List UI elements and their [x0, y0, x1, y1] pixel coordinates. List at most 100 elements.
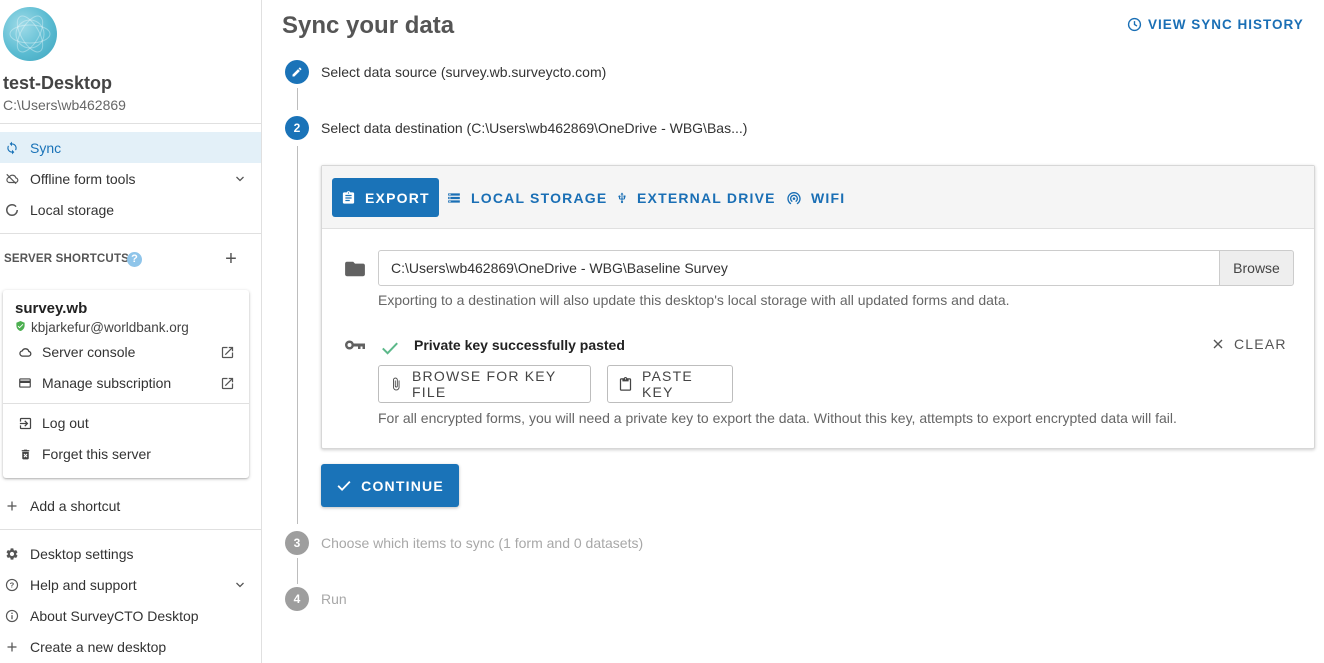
- sidebar-item-local-storage[interactable]: Local storage: [0, 194, 261, 225]
- sidebar-item-label: Local storage: [30, 201, 115, 218]
- tab-external-drive-label: EXTERNAL DRIVE: [637, 189, 776, 206]
- continue-button[interactable]: CONTINUE: [321, 464, 459, 507]
- sidebar-item-label: About SurveyCTO Desktop: [30, 607, 199, 624]
- server-console-label: Server console: [42, 344, 136, 360]
- check-icon: [380, 340, 400, 361]
- paste-key-button[interactable]: PASTE KEY: [607, 365, 733, 403]
- storage-icon: [446, 191, 462, 205]
- tab-wifi-label: WIFI: [811, 189, 846, 206]
- sidebar-item-label: Offline form tools: [30, 170, 136, 187]
- desktop-avatar: [3, 7, 57, 61]
- destination-panel: EXPORT LOCAL STORAGE EXTERNAL DRIVE WIFI…: [321, 165, 1315, 449]
- sidebar-item-label: Desktop settings: [30, 545, 134, 562]
- tab-external-drive[interactable]: EXTERNAL DRIVE: [607, 178, 785, 217]
- step-2-number: 2: [285, 116, 309, 140]
- continue-label: CONTINUE: [361, 477, 444, 494]
- verified-shield-icon: [15, 320, 26, 335]
- clock-history-icon: [1127, 17, 1142, 32]
- step-1-edit-icon: [285, 60, 309, 84]
- usb-icon: [616, 190, 628, 206]
- circle-icon: [5, 203, 19, 217]
- step-4-label: Run: [321, 591, 347, 607]
- server-shortcuts-title: SERVER SHORTCUTS: [4, 253, 130, 265]
- tab-local-storage[interactable]: LOCAL STORAGE: [437, 178, 616, 217]
- sidebar-item-help-and-support[interactable]: ? Help and support: [0, 569, 261, 600]
- sync-icon: [5, 141, 19, 155]
- forget-server-item[interactable]: Forget this server: [3, 439, 249, 469]
- sidebar-item-label: Help and support: [30, 576, 137, 593]
- chevron-down-icon[interactable]: [234, 172, 246, 188]
- stepper-connector: [297, 88, 298, 110]
- tab-export[interactable]: EXPORT: [332, 178, 439, 217]
- clear-key-button[interactable]: CLEAR: [1212, 336, 1287, 352]
- key-icon: [343, 338, 367, 357]
- sidebar-item-about[interactable]: About SurveyCTO Desktop: [0, 600, 261, 631]
- step-4-number: 4: [285, 587, 309, 611]
- trash-icon: [17, 446, 33, 462]
- sidebar-item-desktop-settings[interactable]: Desktop settings: [0, 538, 261, 569]
- sidebar-divider: [0, 123, 261, 124]
- export-hint: Exporting to a destination will also upd…: [378, 292, 1010, 308]
- view-sync-history-label: VIEW SYNC HISTORY: [1148, 17, 1304, 32]
- credit-card-icon: [17, 375, 33, 391]
- tab-export-label: EXPORT: [365, 189, 430, 206]
- desktop-path: C:\Users\wb462869: [3, 97, 126, 113]
- sidebar: test-Desktop C:\Users\wb462869 Sync Offl…: [0, 0, 262, 663]
- logout-icon: [17, 415, 33, 431]
- server-name: survey.wb: [15, 300, 88, 317]
- sidebar-item-create-desktop[interactable]: Create a new desktop: [0, 631, 261, 662]
- open-external-icon: [220, 376, 235, 394]
- folder-icon: [344, 260, 366, 283]
- browse-button[interactable]: Browse: [1219, 250, 1294, 286]
- clipboard-paste-icon: [618, 376, 633, 393]
- cloud-icon: [17, 344, 33, 360]
- sidebar-item-label: Sync: [30, 139, 62, 156]
- add-shortcut-item[interactable]: Add a shortcut: [0, 490, 261, 521]
- browse-key-file-label: BROWSE FOR KEY FILE: [412, 368, 557, 400]
- step-1-label[interactable]: Select data source (survey.wb.surveycto.…: [321, 64, 606, 80]
- destination-path-input[interactable]: [378, 250, 1220, 286]
- browse-key-file-button[interactable]: BROWSE FOR KEY FILE: [378, 365, 591, 403]
- wifi-tethering-icon: [786, 190, 802, 206]
- add-shortcut-label: Add a shortcut: [30, 497, 121, 514]
- plus-icon: [5, 499, 19, 513]
- cloud-off-icon: [5, 172, 19, 186]
- server-card: survey.wb kbjarkefur@worldbank.org Serve…: [3, 290, 249, 478]
- gear-icon: [5, 547, 19, 561]
- sidebar-item-label: Create a new desktop: [30, 638, 167, 655]
- manage-subscription-label: Manage subscription: [42, 375, 172, 391]
- open-external-icon: [220, 345, 235, 363]
- svg-text:?: ?: [10, 580, 15, 589]
- server-card-divider: [3, 403, 249, 404]
- sidebar-item-offline-form-tools[interactable]: Offline form tools: [0, 163, 261, 194]
- page-title: Sync your data: [282, 12, 455, 39]
- step-3-label: Choose which items to sync (1 form and 0…: [321, 535, 644, 551]
- close-icon: [1212, 338, 1224, 350]
- tab-wifi[interactable]: WIFI: [777, 178, 854, 217]
- log-out-item[interactable]: Log out: [3, 408, 249, 438]
- key-hint: For all encrypted forms, you will need a…: [378, 410, 1177, 426]
- forget-server-label: Forget this server: [42, 446, 151, 462]
- plus-icon: [5, 640, 19, 654]
- log-out-label: Log out: [42, 415, 89, 431]
- check-icon: [336, 479, 352, 492]
- manage-subscription-item[interactable]: Manage subscription: [3, 368, 249, 398]
- sidebar-item-sync[interactable]: Sync: [0, 132, 261, 163]
- desktop-name: test-Desktop: [3, 73, 113, 93]
- sidebar-divider: [0, 233, 261, 234]
- help-circle-icon: ?: [5, 578, 19, 592]
- stepper-connector: [297, 558, 298, 584]
- help-icon[interactable]: ?: [127, 252, 142, 267]
- info-icon: [5, 609, 19, 623]
- step-2-label: Select data destination (C:\Users\wb4628…: [321, 120, 748, 136]
- step-3-number: 3: [285, 531, 309, 555]
- paste-key-label: PASTE KEY: [642, 368, 693, 400]
- destination-tabs: EXPORT LOCAL STORAGE EXTERNAL DRIVE WIFI: [322, 166, 1314, 229]
- sidebar-divider: [0, 529, 261, 530]
- add-server-shortcut-button[interactable]: +: [222, 249, 240, 269]
- chevron-down-icon[interactable]: [234, 578, 246, 594]
- paperclip-icon: [389, 376, 403, 392]
- private-key-status: Private key successfully pasted: [414, 337, 625, 353]
- server-console-item[interactable]: Server console: [3, 337, 249, 367]
- view-sync-history-link[interactable]: VIEW SYNC HISTORY: [1127, 17, 1304, 32]
